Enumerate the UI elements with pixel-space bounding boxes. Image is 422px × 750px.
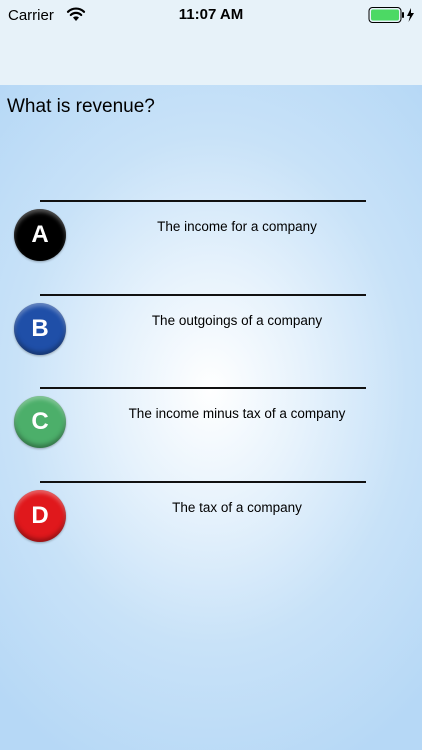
- status-time: 11:07 AM: [178, 6, 244, 23]
- nav-bar: [0, 30, 422, 85]
- answer-c-button[interactable]: C: [14, 396, 66, 448]
- answer-d-text[interactable]: The tax of a company: [106, 500, 368, 515]
- battery-charging-icon: [368, 6, 416, 29]
- answer-b-button[interactable]: B: [14, 303, 66, 355]
- answer-d-button[interactable]: D: [14, 490, 66, 542]
- answer-divider: [40, 294, 366, 296]
- status-bar: Carrier 11:07 AM: [0, 0, 422, 30]
- answer-a-text[interactable]: The income for a company: [106, 219, 368, 234]
- answer-c-text[interactable]: The income minus tax of a company: [106, 406, 368, 421]
- question-text: What is revenue?: [7, 96, 155, 117]
- answer-a-button[interactable]: A: [14, 209, 66, 261]
- answer-b-text[interactable]: The outgoings of a company: [106, 313, 368, 328]
- answer-divider: [40, 200, 366, 202]
- answer-divider: [40, 387, 366, 389]
- answer-divider: [40, 481, 366, 483]
